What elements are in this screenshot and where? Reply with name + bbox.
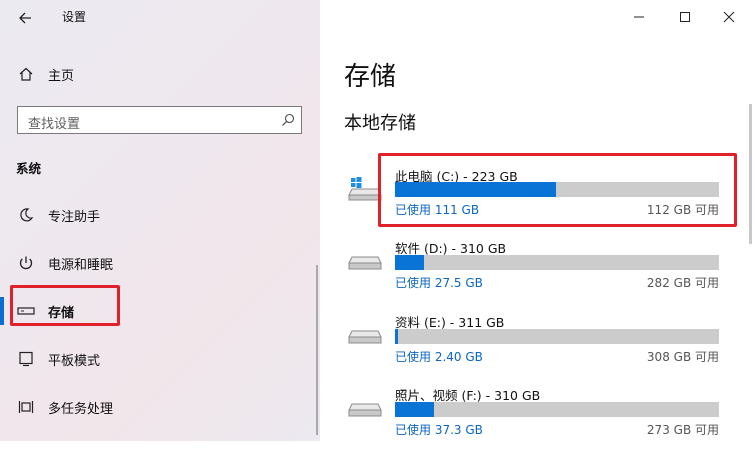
sidebar: 设置 主页 查找设置 系统 专注助手 电源和睡眠 存储 平板模式 多任务处理 <box>0 0 320 441</box>
main-panel: 存储 本地存储 此电脑 (C:) - 223 GB 已使用 111 GB 112… <box>320 0 754 441</box>
usage-bar-fill <box>395 255 424 270</box>
sidebar-item-label: 电源和睡眠 <box>48 257 114 273</box>
sidebar-item-power-sleep[interactable]: 电源和睡眠 <box>0 247 320 279</box>
sidebar-item-tablet-mode[interactable]: 平板模式 <box>0 343 320 375</box>
usage-bar-fill <box>395 402 434 417</box>
drive-item-d[interactable]: 软件 (D:) - 310 GB 已使用 27.5 GB 282 GB 可用 <box>320 234 740 304</box>
home-icon <box>16 64 36 84</box>
section-title: 本地存储 <box>344 113 416 134</box>
sidebar-item-label: 平板模式 <box>48 353 101 369</box>
windows-drive-icon <box>348 175 382 201</box>
back-button[interactable] <box>10 5 40 31</box>
usage-bar-fill <box>395 329 398 344</box>
back-arrow-icon <box>19 12 31 24</box>
nav-home-label: 主页 <box>48 68 75 84</box>
minimize-button[interactable] <box>616 4 662 30</box>
maximize-button[interactable] <box>662 4 708 30</box>
drive-icon <box>348 251 382 277</box>
multitask-icon <box>16 397 36 417</box>
sidebar-item-label: 专注助手 <box>48 209 101 225</box>
highlight-box-drive-c <box>378 153 737 227</box>
minimize-icon <box>634 16 644 18</box>
page-title: 存储 <box>344 62 397 92</box>
sidebar-scrollbar[interactable] <box>316 265 318 435</box>
search-input[interactable]: 查找设置 <box>17 106 302 134</box>
close-button[interactable] <box>706 4 752 30</box>
maximize-icon <box>680 12 690 22</box>
moon-icon <box>16 205 36 225</box>
usage-bar <box>395 329 719 344</box>
usage-bar <box>395 402 719 417</box>
window-title: 设置 <box>62 10 87 24</box>
free-space: 282 GB 可用 <box>646 276 719 290</box>
power-icon <box>16 253 36 273</box>
usage-bar <box>395 255 719 270</box>
sidebar-item-multitasking[interactable]: 多任务处理 <box>0 391 320 423</box>
sidebar-item-focus-assist[interactable]: 专注助手 <box>0 199 320 231</box>
used-space: 已使用 2.40 GB <box>395 350 483 364</box>
drive-item-e[interactable]: 资料 (E:) - 311 GB 已使用 2.40 GB 308 GB 可用 <box>320 308 740 378</box>
used-space: 已使用 37.3 GB <box>395 423 483 437</box>
drive-icon <box>348 398 382 424</box>
section-label: 系统 <box>16 161 42 176</box>
tablet-icon <box>16 349 36 369</box>
sidebar-item-label: 多任务处理 <box>48 401 114 417</box>
free-space: 308 GB 可用 <box>646 350 719 364</box>
highlight-box-storage <box>10 285 120 326</box>
close-icon <box>723 11 735 23</box>
drive-icon <box>348 325 382 351</box>
used-space: 已使用 27.5 GB <box>395 276 483 290</box>
main-scrollbar[interactable] <box>749 104 752 244</box>
search-icon[interactable] <box>281 113 295 127</box>
search-placeholder: 查找设置 <box>28 117 81 132</box>
free-space: 273 GB 可用 <box>646 423 719 437</box>
nav-home[interactable]: 主页 <box>0 58 320 90</box>
